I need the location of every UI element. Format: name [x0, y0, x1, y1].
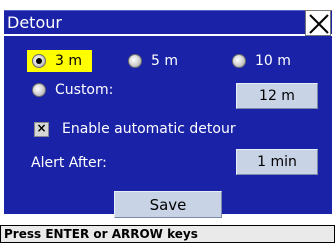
radio-option-custom[interactable]: Custom: — [32, 79, 142, 101]
close-icon — [309, 14, 329, 34]
radio-unselected-icon — [32, 83, 46, 97]
radio-label-custom: Custom: — [55, 82, 114, 98]
close-button[interactable] — [305, 10, 331, 36]
radio-label-10m: 10 m — [255, 53, 291, 69]
radio-option-5m[interactable]: 5 m — [128, 50, 193, 72]
radio-unselected-icon — [128, 54, 142, 68]
checkmark-icon: × — [36, 121, 47, 135]
radio-label-5m: 5 m — [151, 53, 178, 69]
radio-selected-icon — [32, 54, 46, 68]
dialog-title: Detour — [7, 13, 62, 32]
status-bar: Press ENTER or ARROW keys — [0, 225, 335, 243]
save-button[interactable]: Save — [114, 191, 222, 218]
radio-unselected-icon — [232, 54, 246, 68]
radio-option-10m[interactable]: 10 m — [232, 50, 322, 72]
radio-option-3m[interactable]: 3 m — [27, 50, 92, 72]
radio-label-3m: 3 m — [55, 53, 82, 69]
title-bar: Detour — [4, 10, 332, 34]
dialog-frame: Detour 3 m 5 m 10 m Custom: 12 m × Enabl — [0, 0, 335, 243]
auto-detour-label: Enable automatic detour — [62, 121, 236, 137]
settings-panel: 3 m 5 m 10 m Custom: 12 m × Enable autom… — [4, 36, 332, 218]
custom-distance-button[interactable]: 12 m — [236, 83, 318, 109]
alert-after-button[interactable]: 1 min — [236, 149, 318, 175]
alert-after-label: Alert After: — [31, 155, 107, 171]
auto-detour-checkbox[interactable]: × — [34, 121, 49, 137]
